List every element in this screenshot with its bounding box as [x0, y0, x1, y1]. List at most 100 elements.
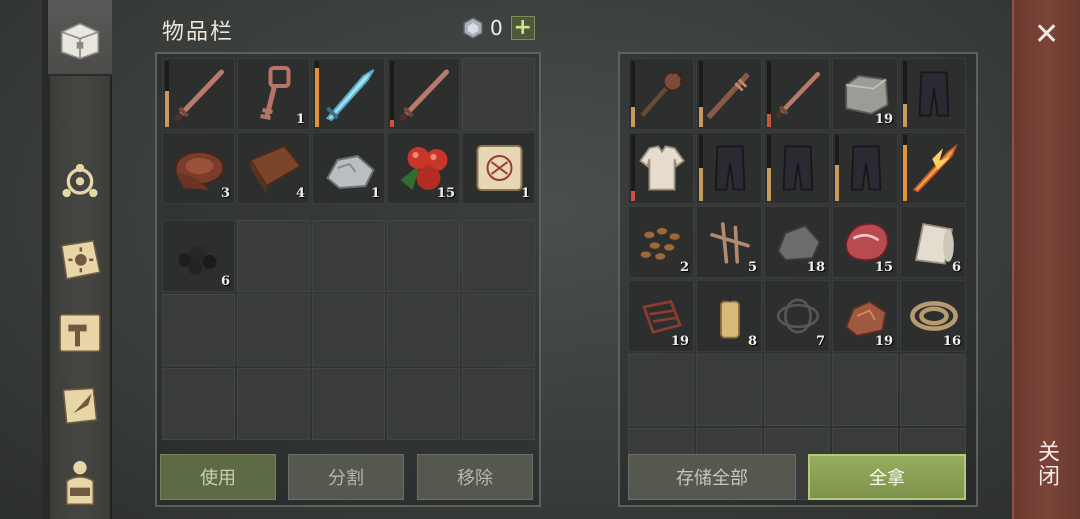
inventory-slot[interactable]: 16 — [900, 280, 966, 352]
fire-sword-icon — [912, 143, 958, 193]
item-quantity: 8 — [747, 334, 757, 349]
empty-slot[interactable] — [696, 354, 762, 426]
pants-icon — [918, 71, 950, 117]
inventory-slot[interactable] — [900, 58, 966, 130]
empty-slot[interactable] — [462, 294, 535, 366]
inventory-slot[interactable] — [832, 132, 898, 204]
quill-scroll-icon — [62, 387, 98, 425]
inventory-slot[interactable] — [628, 58, 694, 130]
item-quantity: 15 — [436, 186, 455, 201]
empty-slot[interactable] — [162, 368, 235, 440]
empty-slot[interactable] — [462, 58, 535, 130]
inventory-slot[interactable]: 1 — [462, 132, 535, 204]
empty-slot[interactable] — [237, 294, 310, 366]
empty-slot[interactable] — [832, 354, 898, 426]
ice-sword-icon — [325, 69, 375, 122]
inventory-slot[interactable]: 19 — [832, 280, 898, 352]
inventory-slot[interactable] — [312, 58, 385, 130]
empty-slot[interactable] — [462, 368, 535, 440]
hub-icon — [62, 163, 98, 198]
plus-icon: + — [513, 15, 532, 40]
empty-slot[interactable] — [900, 354, 966, 426]
item-quantity: 1 — [520, 186, 530, 201]
inventory-slot[interactable] — [696, 132, 762, 204]
inventory-slot[interactable]: 5 — [696, 206, 762, 278]
hammer-icon — [59, 313, 101, 353]
container-grid: 19 2 5 18 15 6 19 8 7 19 16 — [628, 58, 966, 500]
durability-bar — [631, 61, 635, 127]
inventory-slot[interactable] — [900, 132, 966, 204]
sidebar — [42, 0, 112, 519]
item-quantity: 6 — [220, 274, 230, 289]
tab-character[interactable] — [48, 448, 112, 514]
close-bar[interactable]: ✕ 关闭 — [1012, 0, 1080, 519]
inventory-slot[interactable]: 3 — [162, 132, 235, 204]
pants-icon — [714, 145, 746, 191]
shirt-icon — [639, 145, 685, 191]
inventory-slot[interactable]: 6 — [900, 206, 966, 278]
close-icon[interactable]: ✕ — [1034, 20, 1059, 50]
gem-icon — [463, 17, 483, 39]
item-quantity: 19 — [874, 112, 893, 127]
empty-slot[interactable] — [387, 368, 460, 440]
mace-icon — [640, 68, 686, 118]
durability-bar — [835, 135, 839, 201]
spiked-club-icon — [706, 72, 750, 120]
chest-icon — [60, 22, 100, 60]
use-button[interactable]: 使用 — [160, 454, 276, 500]
empty-slot[interactable] — [312, 368, 385, 440]
inventory-slot[interactable]: 8 — [696, 280, 762, 352]
empty-slot[interactable] — [628, 354, 694, 426]
backpack-icon — [65, 461, 95, 506]
empty-slot[interactable] — [462, 220, 535, 292]
inventory-slot[interactable]: 15 — [832, 206, 898, 278]
empty-slot[interactable] — [387, 294, 460, 366]
tab-hub[interactable] — [48, 150, 112, 216]
inventory-slot[interactable]: 1 — [237, 58, 310, 130]
item-quantity: 16 — [942, 334, 961, 349]
add-currency-button[interactable]: + — [510, 15, 535, 40]
take-all-button[interactable]: 全拿 — [808, 454, 966, 500]
item-quantity: 3 — [220, 186, 230, 201]
empty-slot[interactable] — [312, 294, 385, 366]
empty-slot[interactable] — [237, 368, 310, 440]
empty-slot[interactable] — [237, 220, 310, 292]
sword-icon — [774, 71, 821, 119]
inventory-slot[interactable]: 4 — [237, 132, 310, 204]
inventory-slot[interactable]: 2 — [628, 206, 694, 278]
inventory-slot[interactable]: 18 — [764, 206, 830, 278]
inventory-slot[interactable]: 19 — [832, 58, 898, 130]
durability-bar — [767, 61, 771, 127]
inventory-slot[interactable] — [764, 132, 830, 204]
inventory-slot[interactable]: 1 — [312, 132, 385, 204]
tab-quests[interactable] — [48, 372, 112, 438]
currency-count: 0 — [490, 16, 503, 40]
inventory-slot[interactable]: 19 — [628, 280, 694, 352]
empty-slot[interactable] — [387, 220, 460, 292]
empty-slot[interactable] — [162, 294, 235, 366]
inventory-slot[interactable] — [628, 132, 694, 204]
item-quantity: 6 — [951, 260, 961, 275]
inventory-slot[interactable]: 7 — [764, 280, 830, 352]
durability-bar — [767, 135, 771, 201]
item-quantity: 19 — [874, 334, 893, 349]
inventory-slot[interactable]: 15 — [387, 132, 460, 204]
empty-slot[interactable] — [764, 354, 830, 426]
inventory-slot[interactable] — [764, 58, 830, 130]
remove-button[interactable]: 移除 — [417, 454, 533, 500]
item-quantity: 2 — [679, 260, 689, 275]
sword-icon — [398, 69, 449, 122]
tab-inventory[interactable] — [48, 0, 112, 76]
durability-bar — [165, 61, 169, 127]
sword-icon — [173, 69, 224, 122]
store-all-button[interactable]: 存储全部 — [628, 454, 796, 500]
inventory-slot[interactable] — [696, 58, 762, 130]
inventory-slot[interactable]: 6 — [162, 220, 235, 292]
inventory-slot[interactable] — [162, 58, 235, 130]
item-quantity: 19 — [670, 334, 689, 349]
empty-slot[interactable] — [312, 220, 385, 292]
tab-crafting[interactable] — [48, 300, 112, 366]
inventory-slot[interactable] — [387, 58, 460, 130]
split-button[interactable]: 分割 — [288, 454, 404, 500]
tab-skills[interactable] — [48, 226, 112, 292]
